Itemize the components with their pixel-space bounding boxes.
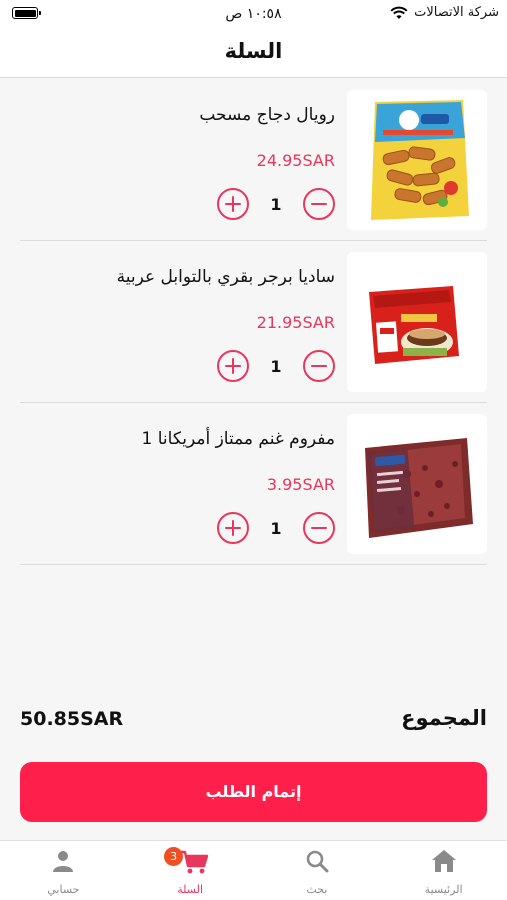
tab-label: الرئيسية [424,883,463,896]
product-image[interactable] [347,414,487,554]
wifi-icon [390,6,408,19]
person-icon [53,851,74,872]
checkout-button[interactable]: إتمام الطلب [20,762,487,822]
plus-icon [231,358,234,374]
minus-icon [311,526,327,529]
page-header: السلة [0,30,507,78]
minus-icon [311,202,327,205]
cart-list: رويال دجاج مسحب 24.95SAR 1 ساديا برجر بق… [0,79,507,565]
increase-quantity-button[interactable] [217,188,249,220]
cart-count-badge: 3 [164,847,184,866]
minus-icon [311,364,327,367]
tab-bar: حسابي 3 السلة بحث الرئيسية [0,840,507,900]
cart-item: رويال دجاج مسحب 24.95SAR 1 [20,79,487,241]
product-image[interactable] [347,90,487,230]
product-image[interactable] [347,252,487,392]
cart-item: مفروم غنم ممتاز أمريكانا 1 3.95SAR 1 [20,403,487,565]
cart-icon [180,850,209,874]
quantity-value: 1 [270,518,282,538]
burger-package-icon [347,252,487,392]
increase-quantity-button[interactable] [217,512,249,544]
tab-label: بحث [306,883,328,896]
quantity-value: 1 [270,356,282,376]
carrier-name: شركة الاتصالات [414,5,499,20]
product-name: رويال دجاج مسحب [199,105,335,125]
status-bar: ١٠:٥٨ ص شركة الاتصالات [0,0,507,30]
product-price: 3.95SAR [266,475,335,494]
quantity-value: 1 [270,194,282,214]
cart-item: ساديا برجر بقري بالتوابل عربية 21.95SAR … [20,241,487,403]
tab-label: حسابي [47,883,80,896]
tab-home[interactable]: الرئيسية [380,841,507,900]
product-name: مفروم غنم ممتاز أمريكانا 1 [141,429,335,449]
search-icon [306,850,329,873]
decrease-quantity-button[interactable] [303,512,335,544]
chicken-nuggets-package-icon [347,90,487,230]
quantity-stepper: 1 [217,187,335,221]
plus-icon [231,196,234,212]
tab-cart[interactable]: 3 السلة [127,841,254,900]
total-value: 50.85SAR [20,708,124,730]
home-icon [431,850,456,872]
total-label: المجموع [401,706,487,730]
decrease-quantity-button[interactable] [303,350,335,382]
increase-quantity-button[interactable] [217,350,249,382]
tab-label: السلة [177,883,203,896]
page-title: السلة [224,39,283,63]
plus-icon [231,520,234,536]
tab-search[interactable]: بحث [254,841,381,900]
product-price: 21.95SAR [256,313,335,332]
decrease-quantity-button[interactable] [303,188,335,220]
quantity-stepper: 1 [217,511,335,545]
product-price: 24.95SAR [256,151,335,170]
product-name: ساديا برجر بقري بالتوابل عربية [116,267,335,287]
minced-lamb-tray-icon [347,414,487,554]
tab-account[interactable]: حسابي [0,841,127,900]
quantity-stepper: 1 [217,349,335,383]
